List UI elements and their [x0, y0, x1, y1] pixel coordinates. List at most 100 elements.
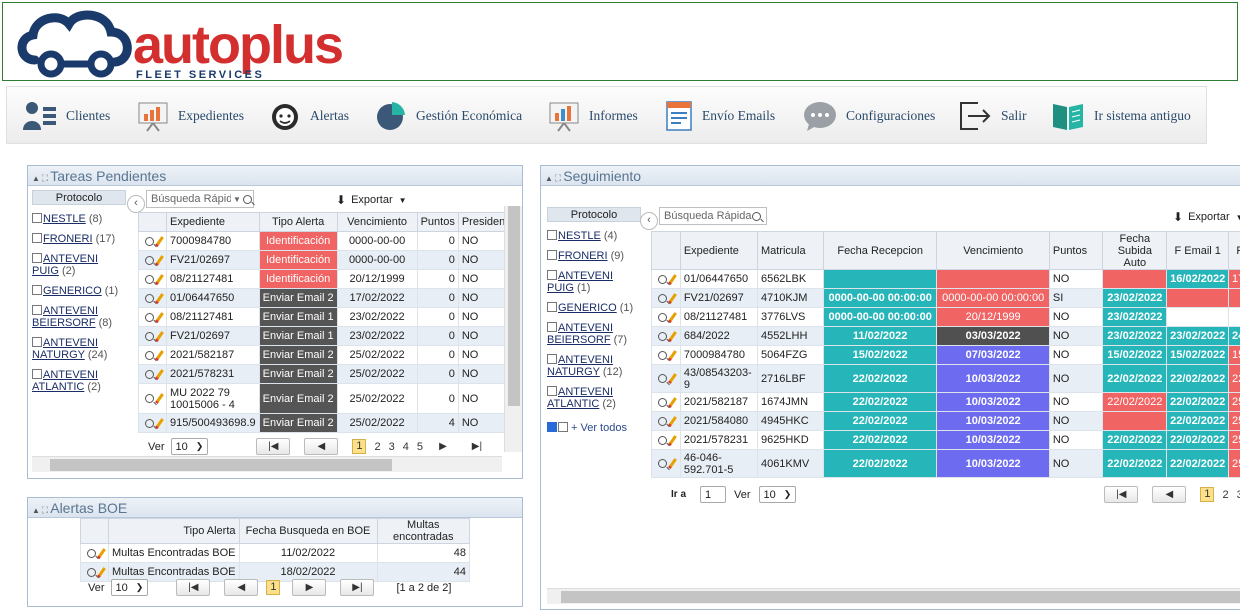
menu-envio-emails[interactable]: Envío Emails [665, 87, 775, 145]
checkbox[interactable] [32, 285, 42, 295]
protocol-label[interactable]: NESTLE [558, 230, 601, 242]
protocol-item[interactable]: ANTEVENI ATLANTIC (2) [32, 369, 126, 393]
table-row[interactable]: 08/21127481Enviar Email 123/02/20220NO [139, 308, 505, 327]
view-icon[interactable] [145, 351, 154, 360]
table-row[interactable]: 01/06447650Enviar Email 217/02/20220NO [139, 289, 505, 308]
edit-icon[interactable] [97, 567, 106, 578]
table-row[interactable]: 7000984780Identificación0000-00-000NO [139, 232, 505, 251]
col-tipo-alerta[interactable]: Tipo Alerta [259, 213, 337, 232]
table-row[interactable]: FV21/02697Identificación0000-00-000NO [139, 251, 505, 270]
table-row[interactable]: 43/08543203-92716LBF22/02/202210/03/2022… [652, 365, 1240, 393]
protocol-item[interactable]: FRONERI (9) [547, 250, 641, 262]
view-icon[interactable] [145, 394, 154, 403]
view-icon[interactable] [658, 351, 667, 360]
view-icon[interactable] [658, 313, 667, 322]
first-page-button[interactable]: |◀ [256, 438, 290, 455]
edit-icon[interactable] [668, 458, 677, 469]
table-row[interactable]: MU 2022 79 10015006 - 4Enviar Email 225/… [139, 384, 505, 414]
maximize-icon[interactable]: ⛶ [555, 173, 561, 183]
edit-icon[interactable] [155, 255, 164, 266]
edit-icon[interactable] [668, 435, 677, 446]
view-icon[interactable] [145, 370, 154, 379]
prev-page-button[interactable]: ◀ [1152, 486, 1186, 503]
protocol-item[interactable]: FRONERI (17) [32, 233, 126, 245]
col-presidencia[interactable]: Presidencia [458, 213, 504, 232]
table-row[interactable]: 2021/5840804945HKC22/02/202210/03/2022NO… [652, 412, 1240, 431]
edit-icon[interactable] [668, 312, 677, 323]
table-row[interactable]: 2021/578231Enviar Email 225/02/20220NO [139, 365, 505, 384]
col-multas[interactable]: Multas encontradas [377, 519, 469, 544]
edit-icon[interactable] [155, 293, 164, 304]
menu-ir-sistema-antiguo[interactable]: Ir sistema antiguo [1051, 87, 1191, 145]
view-icon[interactable] [658, 374, 667, 383]
page-size-select[interactable]: 10❯ [111, 579, 149, 596]
page-size-select[interactable]: 10❯ [759, 486, 797, 503]
menu-expedientes[interactable]: Expedientes [137, 87, 244, 145]
view-icon[interactable] [145, 237, 154, 246]
view-icon[interactable] [658, 459, 667, 468]
search-icon[interactable] [243, 195, 252, 204]
checkbox[interactable] [558, 422, 568, 432]
protocol-item[interactable]: NESTLE (4) [547, 230, 641, 242]
col-vencimiento[interactable]: Vencimiento [337, 213, 417, 232]
maximize-icon[interactable]: ⛶ [42, 505, 48, 515]
checkbox[interactable] [32, 213, 42, 223]
view-icon[interactable] [658, 417, 667, 426]
checkbox[interactable] [547, 322, 557, 332]
view-icon[interactable] [658, 294, 667, 303]
protocol-label[interactable]: FRONERI [43, 233, 93, 245]
collapse-filter-button[interactable]: ‹ [640, 212, 658, 230]
page-number[interactable]: 3 [1237, 489, 1240, 501]
edit-icon[interactable] [155, 331, 164, 342]
view-icon[interactable] [145, 332, 154, 341]
collapse-filter-button[interactable]: ‹ [127, 195, 145, 213]
page-number[interactable]: 1 [352, 439, 366, 454]
col-expediente[interactable]: Expediente [680, 232, 757, 270]
edit-icon[interactable] [155, 350, 164, 361]
scroll-thumb[interactable] [508, 206, 520, 406]
checkbox[interactable] [547, 230, 557, 240]
maximize-icon[interactable]: ⛶ [42, 173, 48, 183]
table-row[interactable]: 46-046-592.701-54061KMV22/02/202210/03/2… [652, 450, 1240, 478]
vertical-scrollbar[interactable] [504, 206, 522, 452]
prev-page-button[interactable]: ◀ [224, 579, 258, 596]
edit-icon[interactable] [155, 393, 164, 404]
edit-icon[interactable] [668, 373, 677, 384]
col-puntos[interactable]: Puntos [417, 213, 458, 232]
collapse-triangle-icon[interactable]: ▲ [32, 174, 40, 183]
table-row[interactable]: 2021/5821871674JMN22/02/202210/03/2022NO… [652, 393, 1240, 412]
protocol-item[interactable]: GENERICO (1) [32, 285, 126, 297]
view-icon[interactable] [87, 568, 96, 577]
checkbox[interactable] [547, 270, 557, 280]
checkbox[interactable] [32, 337, 42, 347]
col-f-email-2[interactable]: F Email 2 [1229, 232, 1240, 270]
next-page-button[interactable]: ▶ [292, 579, 326, 596]
first-page-button[interactable]: |◀ [176, 579, 210, 596]
menu-clientes[interactable]: Clientes [23, 87, 110, 145]
protocol-item[interactable]: ANTEVENI ATLANTIC (2) [547, 386, 641, 410]
menu-gestion-economica[interactable]: Gestión Económica [375, 87, 522, 145]
export-button[interactable]: ⬇Exportar▼ [336, 193, 407, 207]
menu-configuraciones[interactable]: Configuraciones [803, 87, 935, 145]
edit-icon[interactable] [668, 416, 677, 427]
horizontal-scrollbar[interactable] [32, 456, 502, 472]
protocol-item[interactable]: ANTEVENI PUIG (2) [32, 253, 126, 277]
protocol-item[interactable]: ANTEVENI NATURGY (12) [547, 354, 641, 378]
checkbox[interactable] [32, 253, 42, 263]
table-row[interactable]: 08/211274813776LVS0000-00-00 00:00:0020/… [652, 308, 1240, 327]
col-f-email-1[interactable]: F Email 1 [1167, 232, 1229, 270]
edit-icon[interactable] [668, 331, 677, 342]
edit-icon[interactable] [668, 397, 677, 408]
quick-search-input[interactable]: Búsqueda Rápida [659, 207, 767, 225]
checkbox[interactable] [547, 250, 557, 260]
edit-icon[interactable] [668, 350, 677, 361]
table-row[interactable]: FV21/02697Enviar Email 123/02/20220NO [139, 327, 505, 346]
table-row[interactable]: 01/064476506562LBKNO16/02/202217/02/2022 [652, 270, 1240, 289]
col-fecha-busqueda[interactable]: Fecha Busqueda en BOE [239, 519, 377, 544]
table-row[interactable]: 70009847805064FZG15/02/202207/03/2022NO1… [652, 346, 1240, 365]
checkbox[interactable] [32, 305, 42, 315]
page-number[interactable]: 1 [1200, 487, 1214, 502]
view-icon[interactable] [87, 549, 96, 558]
view-icon[interactable] [658, 398, 667, 407]
last-page-button[interactable]: ▶| [340, 579, 374, 596]
